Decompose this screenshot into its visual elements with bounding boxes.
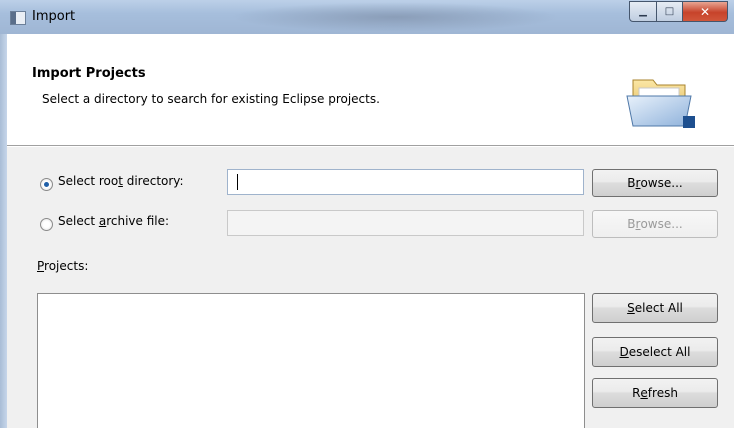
root-directory-field[interactable] bbox=[227, 169, 584, 195]
select-all-mnemonic: S bbox=[627, 301, 635, 315]
title-bar-blur bbox=[230, 2, 560, 32]
text-caret bbox=[237, 174, 238, 190]
page-title: Import Projects bbox=[32, 66, 146, 81]
refresh-mnemonic: e bbox=[640, 386, 648, 400]
page-description: Select a directory to search for existin… bbox=[42, 92, 380, 106]
browse-archive-label-part1: B bbox=[627, 217, 636, 231]
select-all-button[interactable]: Select All bbox=[592, 293, 718, 323]
select-archive-label-part1: Select bbox=[58, 214, 99, 228]
wizard-header: Import Projects Select a directory to se… bbox=[7, 34, 734, 146]
root-directory-input[interactable] bbox=[228, 170, 583, 194]
browse-root-label-part2: owse... bbox=[640, 176, 683, 190]
window-frame-left bbox=[0, 34, 7, 428]
minimize-icon: ▁ bbox=[639, 6, 647, 17]
window-app-icon bbox=[10, 11, 26, 25]
archive-file-input[interactable] bbox=[228, 211, 583, 235]
browse-archive-button[interactable]: Br owse... bbox=[592, 210, 718, 238]
close-button[interactable]: ✕ bbox=[683, 1, 728, 22]
projects-label-text: rojects: bbox=[44, 259, 89, 273]
browse-root-button[interactable]: Br owse... bbox=[592, 169, 718, 197]
close-icon: ✕ bbox=[699, 4, 711, 19]
deselect-all-label: eselect All bbox=[628, 345, 691, 359]
select-root-radio[interactable] bbox=[40, 178, 53, 191]
browse-archive-label-part2: owse... bbox=[640, 217, 683, 231]
maximize-icon: □ bbox=[664, 6, 675, 17]
archive-file-field[interactable] bbox=[227, 210, 584, 236]
select-all-label: elect All bbox=[634, 301, 683, 315]
projects-list[interactable] bbox=[37, 293, 585, 428]
header-separator bbox=[7, 146, 734, 147]
folder-icon bbox=[626, 79, 695, 128]
projects-label: Projects: bbox=[37, 259, 88, 273]
browse-root-label-part1: B bbox=[627, 176, 636, 190]
refresh-label-part1: R bbox=[632, 386, 641, 400]
projects-mnemonic: P bbox=[37, 259, 45, 273]
window-title: Import bbox=[32, 9, 76, 24]
select-root-label[interactable]: Select root directory: bbox=[58, 174, 184, 188]
refresh-button[interactable]: Re fresh bbox=[592, 378, 718, 408]
maximize-button[interactable]: □ bbox=[657, 1, 683, 22]
window-controls: ▁ □ ✕ bbox=[629, 1, 728, 22]
deselect-all-button[interactable]: Deselect All bbox=[592, 337, 718, 367]
select-root-label-part2: directory: bbox=[122, 174, 184, 188]
select-archive-radio[interactable] bbox=[40, 218, 53, 231]
refresh-label-part2: fresh bbox=[647, 386, 678, 400]
select-archive-label[interactable]: Select archive file: bbox=[58, 214, 169, 228]
title-bar[interactable]: Import ▁ □ ✕ bbox=[0, 0, 734, 34]
select-archive-label-part2: rchive file: bbox=[106, 214, 170, 228]
minimize-button[interactable]: ▁ bbox=[629, 1, 657, 22]
deselect-all-mnemonic: D bbox=[619, 345, 629, 359]
select-root-label-part1: Select roo bbox=[58, 174, 119, 188]
